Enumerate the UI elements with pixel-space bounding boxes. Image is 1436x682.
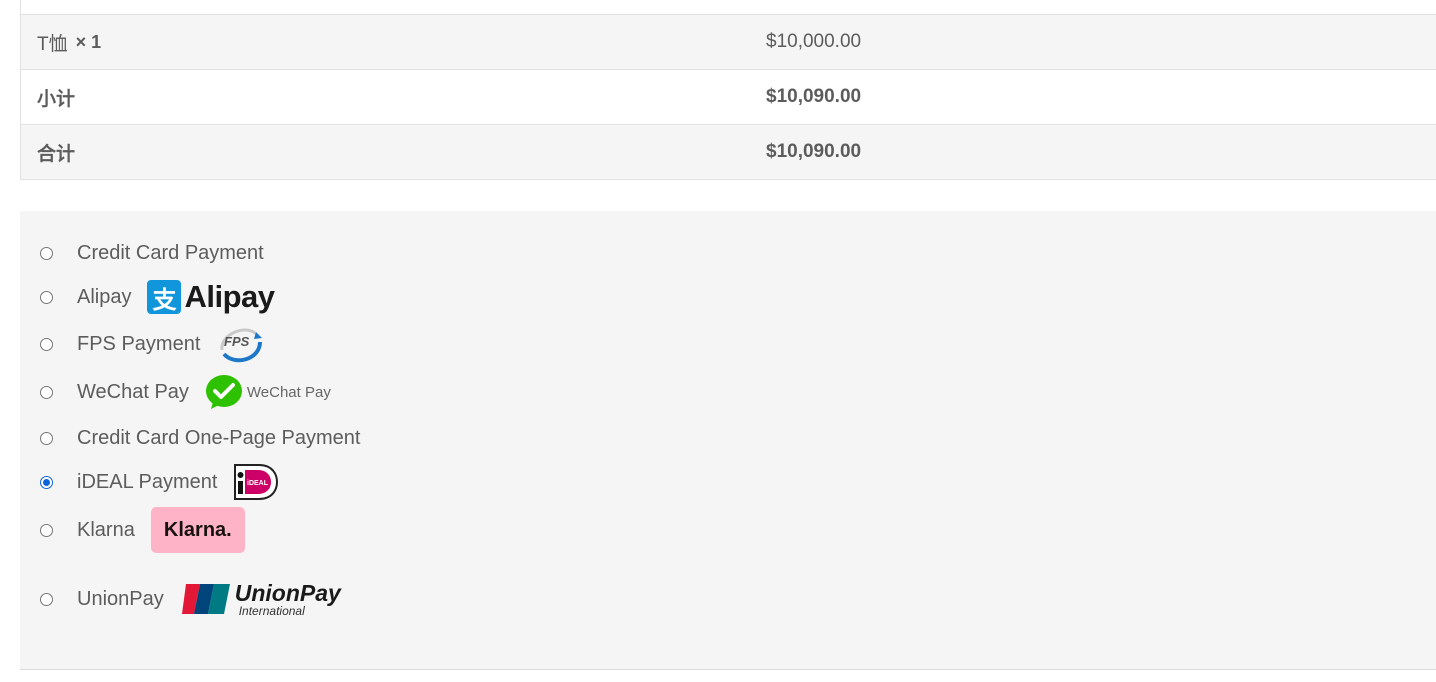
order-item-row: T恤 × 1 $10,000.00 xyxy=(21,14,1436,69)
unionpay-logo-subtext: International xyxy=(238,603,305,618)
subtotal-value: $10,090.00 xyxy=(766,86,862,107)
item-name: T恤 xyxy=(37,33,68,55)
table-top-row xyxy=(21,0,1436,14)
payment-method-unionpay[interactable]: UnionPay UnionPay International xyxy=(40,579,341,619)
svg-text:iDEAL: iDEAL xyxy=(247,480,269,487)
radio-klarna[interactable] xyxy=(40,523,53,537)
radio-credit-card[interactable] xyxy=(40,246,53,260)
fps-icon: FPS xyxy=(220,328,263,363)
order-summary-table: T恤 × 1 $10,000.00 小计 $10,090.00 合计 $10,0… xyxy=(20,0,1436,180)
subtotal-label: 小计 xyxy=(37,88,76,110)
radio-ideal[interactable] xyxy=(40,475,53,489)
radio-unionpay[interactable] xyxy=(40,592,53,606)
ideal-icon: iDEAL xyxy=(234,464,279,500)
payment-method-fps[interactable]: FPS Payment FPS xyxy=(40,324,264,364)
radio-alipay[interactable] xyxy=(40,290,53,304)
total-value: $10,090.00 xyxy=(766,141,862,162)
payment-method-credit-card[interactable]: Credit Card Payment xyxy=(40,233,280,273)
payment-methods-panel: Credit Card Payment Alipay 支 Alipay FPS … xyxy=(20,211,1436,670)
wechat-pay-icon xyxy=(205,375,242,409)
payment-method-wechat-pay[interactable]: WeChat Pay WeChat Pay xyxy=(40,372,331,412)
payment-method-label: FPS Payment xyxy=(77,332,201,355)
unionpay-logo: UnionPay International xyxy=(180,579,341,618)
payment-method-label: UnionPay xyxy=(77,587,164,610)
payment-method-klarna[interactable]: Klarna Klarna. xyxy=(40,507,245,553)
radio-fps[interactable] xyxy=(40,337,53,351)
payment-method-alipay[interactable]: Alipay 支 Alipay xyxy=(40,277,275,317)
total-row: 合计 $10,090.00 xyxy=(21,124,1436,179)
alipay-icon: 支 xyxy=(147,280,182,314)
payment-method-credit-card-one-page[interactable]: Credit Card One-Page Payment xyxy=(40,418,376,458)
wechat-pay-logo: WeChat Pay xyxy=(205,374,331,410)
payment-method-label: Alipay xyxy=(77,285,132,308)
item-price: $10,000.00 xyxy=(766,31,862,52)
unionpay-logo-text: UnionPay xyxy=(234,579,341,606)
subtotal-row: 小计 $10,090.00 xyxy=(21,69,1436,124)
alipay-logo: 支 Alipay xyxy=(147,279,275,315)
klarna-logo: Klarna. xyxy=(150,507,245,553)
radio-wechat-pay[interactable] xyxy=(40,385,53,399)
payment-method-label: Credit Card One-Page Payment xyxy=(77,426,361,449)
alipay-logo-text: Alipay xyxy=(184,279,275,314)
payment-method-label: WeChat Pay xyxy=(77,380,189,403)
payment-method-label: iDEAL Payment xyxy=(77,470,218,493)
unionpay-card-icon xyxy=(181,584,230,614)
total-label: 合计 xyxy=(37,143,76,165)
wechat-pay-logo-text: WeChat Pay xyxy=(246,383,331,401)
fps-logo: FPS xyxy=(216,322,264,366)
ideal-logo: iDEAL xyxy=(233,463,279,501)
payment-method-label: Klarna xyxy=(77,518,135,541)
radio-credit-card-one-page[interactable] xyxy=(40,431,53,445)
payment-method-label: Credit Card Payment xyxy=(77,241,264,264)
payment-method-ideal[interactable]: iDEAL Payment iDEAL xyxy=(40,462,279,502)
svg-text:FPS: FPS xyxy=(224,334,250,349)
item-quantity: × 1 xyxy=(75,31,102,52)
